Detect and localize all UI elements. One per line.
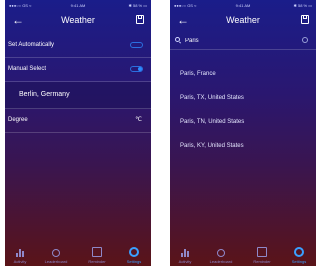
status-bar: ●●●○○ GS ≈ 9:41 AM ✱ 58 % ▭	[174, 2, 312, 9]
tab-activity[interactable]: Activity	[5, 247, 35, 265]
status-time: 9:41 AM	[235, 3, 251, 8]
battery-status: ✱ 58 % ▭	[293, 3, 312, 8]
status-bar: ●●●○○ GS ≈ 9:41 AM ✱ 58 % ▭	[9, 2, 147, 9]
page-title: Weather	[226, 15, 260, 25]
tab-leaderboard[interactable]: Leaderboard	[206, 249, 236, 265]
tab-label: Settings	[126, 259, 142, 264]
selected-city-field[interactable]: Berlin, Germany	[5, 82, 151, 109]
search-result-item[interactable]: Paris, France	[180, 69, 216, 79]
save-icon[interactable]	[301, 15, 309, 24]
tab-bar: Activity Leaderboard Reminder Settings	[5, 240, 151, 266]
search-result-item[interactable]: Paris, KY, United States	[180, 141, 244, 151]
calendar-icon	[92, 247, 102, 257]
degree-unit-value[interactable]: ℃	[135, 108, 142, 132]
set-automatically-label: Set Automatically	[8, 42, 55, 48]
tab-label: Reminder	[253, 259, 271, 264]
manual-select-label: Manual Select	[8, 66, 47, 72]
tab-label: Activity	[178, 259, 192, 264]
search-result-item[interactable]: Paris, TX, United States	[180, 93, 244, 103]
tab-reminder[interactable]: Reminder	[247, 247, 277, 265]
tab-label: Leaderboard	[44, 259, 68, 264]
bar-chart-icon	[180, 247, 190, 257]
bar-chart-icon	[15, 247, 25, 257]
settings-icon	[294, 247, 304, 257]
set-automatically-toggle[interactable]	[130, 42, 143, 48]
tab-settings[interactable]: Settings	[119, 247, 149, 265]
tab-activity[interactable]: Activity	[170, 247, 200, 265]
manual-select-row: Manual Select	[5, 57, 151, 82]
search-bar	[170, 33, 316, 50]
search-result-item[interactable]: Paris, TN, United States	[180, 117, 244, 127]
battery-status: ✱ 58 % ▭	[128, 3, 147, 8]
tab-bar: Activity Leaderboard Reminder Settings	[170, 240, 316, 266]
manual-select-toggle[interactable]	[130, 66, 143, 72]
calendar-icon	[257, 247, 267, 257]
set-automatically-row: Set Automatically	[5, 33, 151, 58]
medal-icon	[52, 249, 60, 257]
tab-leaderboard[interactable]: Leaderboard	[41, 249, 71, 265]
nav-bar: ← Weather	[170, 11, 316, 31]
selected-city-value: Berlin, Germany	[19, 91, 70, 98]
tab-label: Leaderboard	[209, 259, 233, 264]
degree-label: Degree	[8, 117, 28, 123]
settings-icon	[129, 247, 139, 257]
clear-search-icon[interactable]	[302, 37, 308, 43]
weather-settings-screen: ●●●○○ GS ≈ 9:41 AM ✱ 58 % ▭ ← Weather Se…	[5, 0, 151, 266]
tab-label: Reminder	[88, 259, 106, 264]
tab-label: Settings	[291, 259, 307, 264]
medal-icon	[217, 249, 225, 257]
search-input[interactable]	[185, 35, 285, 46]
save-icon[interactable]	[136, 15, 144, 24]
tab-label: Activity	[13, 259, 27, 264]
status-time: 9:41 AM	[70, 3, 86, 8]
weather-city-search-screen: ●●●○○ GS ≈ 9:41 AM ✱ 58 % ▭ ← Weather Pa…	[170, 0, 316, 266]
page-title: Weather	[61, 15, 95, 25]
nav-bar: ← Weather	[5, 11, 151, 31]
tab-reminder[interactable]: Reminder	[82, 247, 112, 265]
degree-row[interactable]: Degree ℃	[5, 108, 151, 133]
tab-settings[interactable]: Settings	[284, 247, 314, 265]
search-icon	[175, 37, 180, 42]
